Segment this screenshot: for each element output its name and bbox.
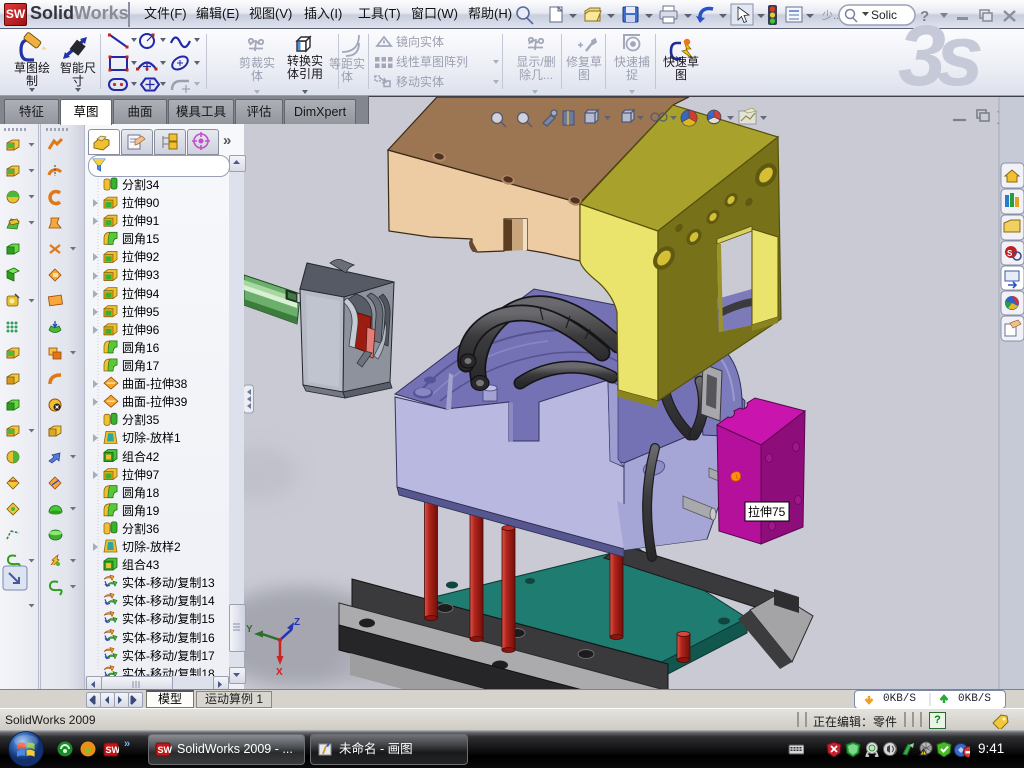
svg-text:Y: Y <box>246 624 253 635</box>
svg-text:SW: SW <box>158 745 173 755</box>
svg-text:SW: SW <box>106 745 120 755</box>
svg-text:少..: 少.. <box>822 9 839 22</box>
svg-text:Z: Z <box>294 617 300 628</box>
svg-text:拉伸75: 拉伸75 <box>748 504 786 519</box>
svg-text:X: X <box>276 667 283 678</box>
svg-text:S: S <box>1007 249 1013 258</box>
svg-text:Solic: Solic <box>871 8 897 22</box>
svg-text:!: ! <box>922 751 924 757</box>
